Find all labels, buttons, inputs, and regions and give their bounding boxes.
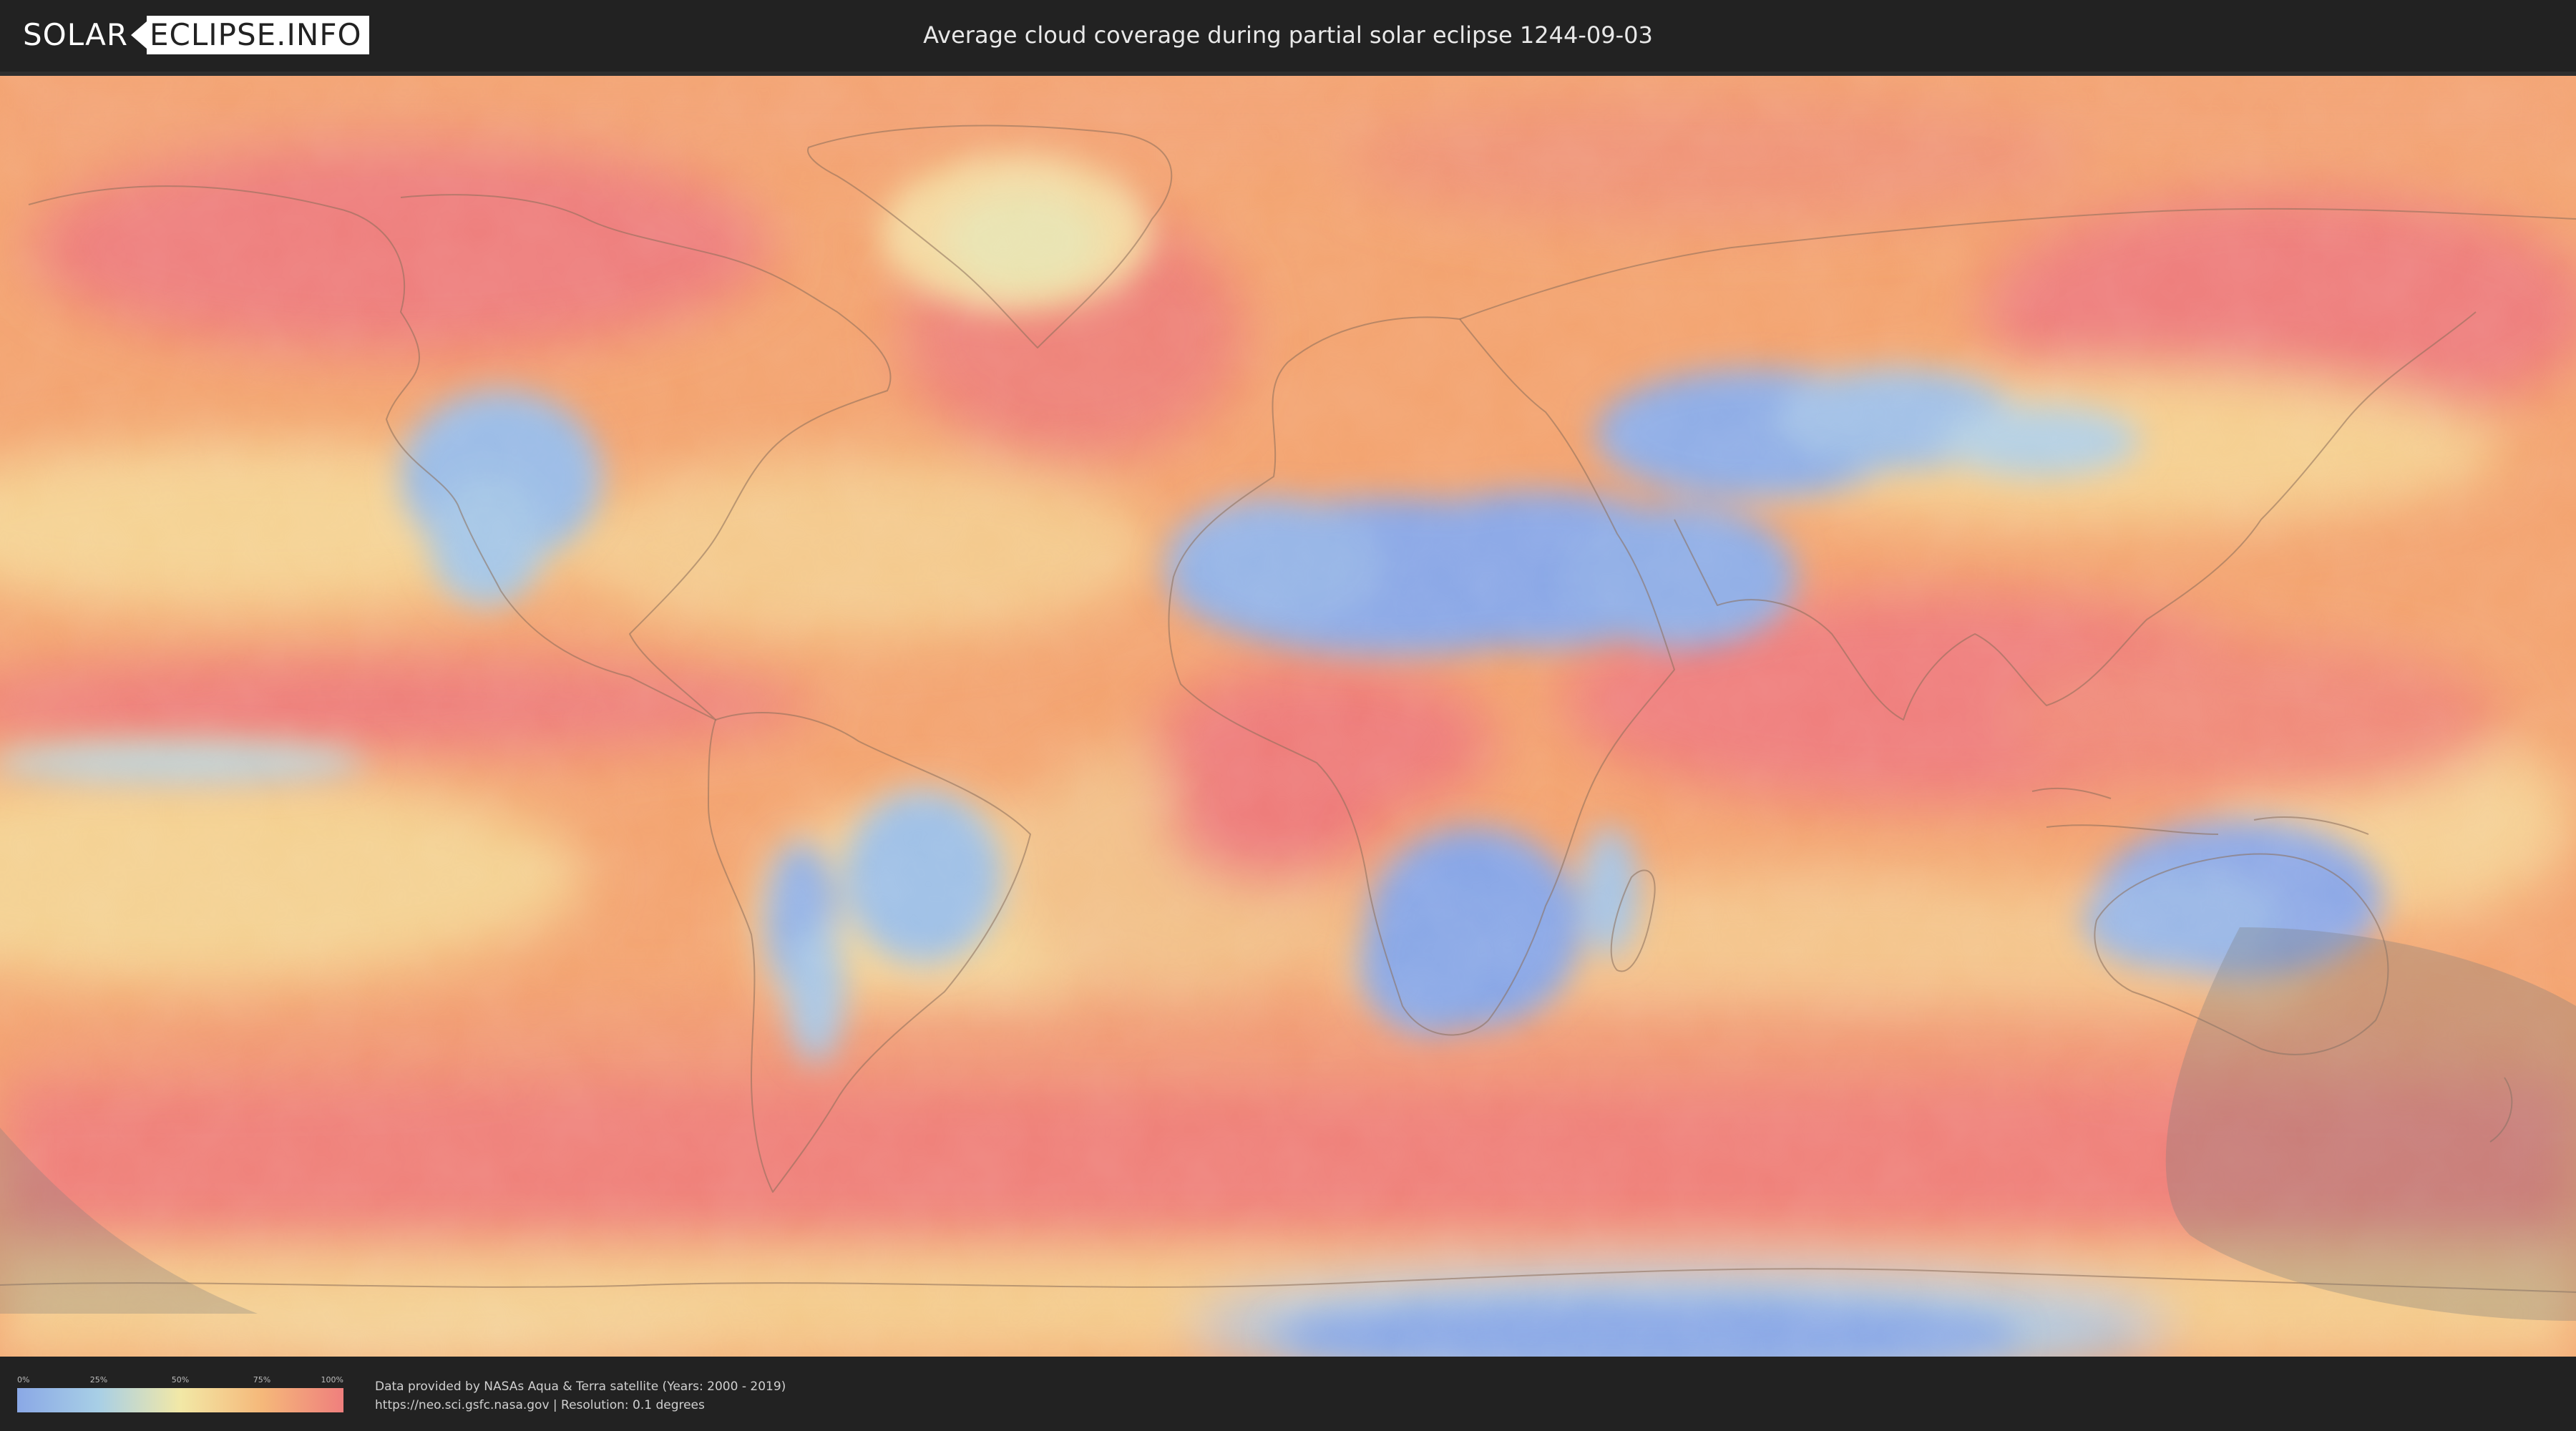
header-bar: SOLAR ECLIPSE.INFO Average cloud coverag… [0, 0, 2576, 72]
legend-tick-100: 100% [321, 1375, 343, 1384]
legend: 0% 25% 50% 75% 100% [17, 1375, 343, 1412]
credits-url-line: https://neo.sci.gsfc.nasa.gov | Resoluti… [375, 1398, 705, 1412]
legend-tick-75: 75% [253, 1375, 271, 1384]
cloud-coverage-map[interactable] [0, 76, 2576, 1357]
legend-color-bar [17, 1388, 343, 1412]
page-title: Average cloud coverage during partial so… [923, 21, 1653, 49]
legend-tick-50: 50% [171, 1375, 190, 1384]
map-canvas [0, 76, 2576, 1357]
legend-tick-0: 0% [17, 1375, 30, 1384]
credits-source-line: Data provided by NASAs Aqua & Terra sate… [375, 1379, 786, 1394]
data-credits: Data provided by NASAs Aqua & Terra sate… [375, 1377, 786, 1415]
legend-tick-25: 25% [89, 1375, 108, 1384]
legend-ticks: 0% 25% 50% 75% 100% [17, 1375, 343, 1388]
